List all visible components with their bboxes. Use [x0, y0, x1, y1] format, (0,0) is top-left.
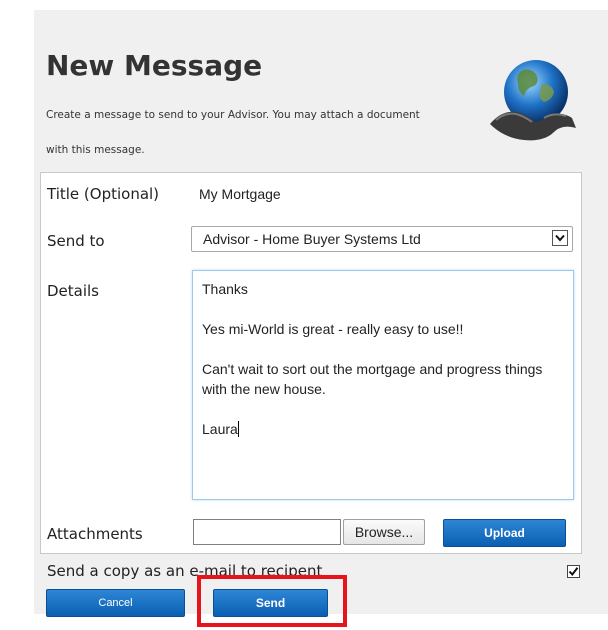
- details-line: Yes mi-World is great - really easy to u…: [202, 321, 464, 337]
- chevron-down-icon[interactable]: [552, 230, 568, 246]
- attachment-file-input[interactable]: [193, 519, 341, 545]
- attachments-label: Attachments: [47, 525, 143, 543]
- browse-button[interactable]: Browse...: [343, 519, 425, 545]
- checkmark-icon: [568, 567, 579, 577]
- upload-button[interactable]: Upload: [443, 519, 566, 547]
- title-label: Title (Optional): [47, 185, 160, 203]
- cancel-button[interactable]: Cancel: [46, 589, 185, 617]
- send-to-label: Send to: [47, 232, 105, 250]
- send-button-highlight: [197, 575, 347, 627]
- send-to-select[interactable]: Advisor - Home Buyer Systems Ltd: [191, 226, 573, 252]
- details-line: Thanks: [202, 281, 248, 297]
- title-field[interactable]: My Mortgage: [199, 186, 281, 202]
- text-caret: [237, 421, 239, 437]
- details-label: Details: [47, 282, 100, 300]
- intro-text-line-1: Create a message to send to your Advisor…: [46, 109, 420, 121]
- send-to-selected-value: Advisor - Home Buyer Systems Ltd: [203, 231, 421, 247]
- details-textarea[interactable]: Thanks Yes mi-World is great - really ea…: [192, 270, 574, 500]
- details-line: Laura: [202, 421, 238, 437]
- page-title: New Message: [46, 49, 263, 82]
- globe-in-hands-icon: [482, 54, 578, 144]
- details-line: Can't wait to sort out the mortgage and …: [202, 361, 543, 397]
- copy-email-checkbox[interactable]: [567, 565, 580, 578]
- intro-text-line-2: with this message.: [46, 144, 145, 156]
